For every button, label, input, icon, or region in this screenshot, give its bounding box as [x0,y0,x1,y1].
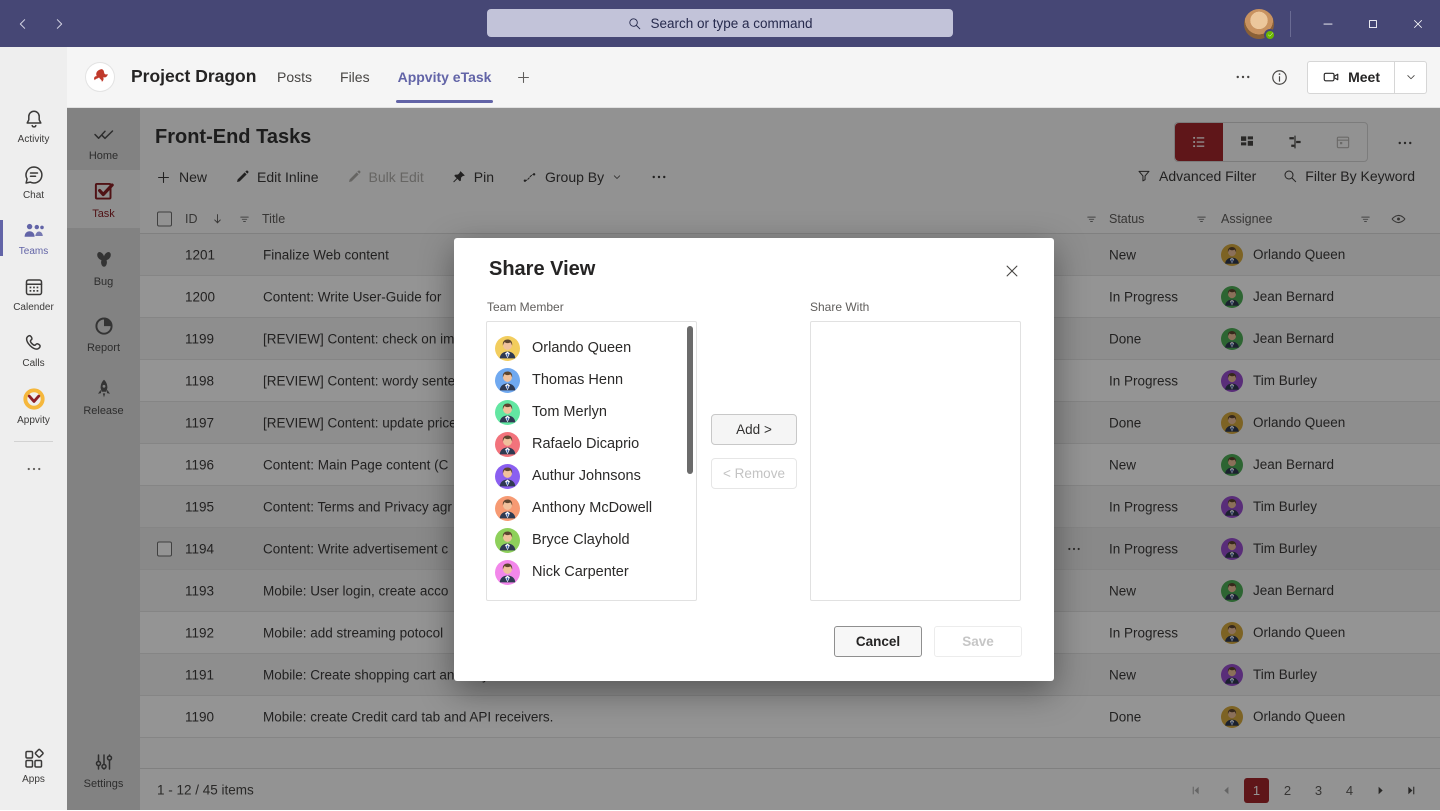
member-name: Anthony McDowell [532,500,652,516]
cancel-button[interactable]: Cancel [834,626,922,657]
chat-icon [22,163,46,187]
bell-icon [22,107,46,131]
remove-button[interactable]: < Remove [711,458,797,489]
member-avatar [495,528,520,553]
close-button[interactable] [1395,0,1440,47]
tab-appvity-etask[interactable]: Appvity eTask [398,47,492,107]
meet-options-button[interactable] [1394,61,1426,94]
forward-button[interactable] [48,13,70,35]
rail-item-calls[interactable]: Calls [0,324,67,376]
channel-header-actions: Meet [1234,47,1427,107]
member-option[interactable]: Orlando Queen [495,332,696,364]
team-logo [86,63,114,91]
team-member-listbox: Orlando Queen Thomas Henn Tom Merlyn Raf… [486,321,697,601]
maximize-icon [1366,17,1380,31]
member-avatar [495,432,520,457]
command-search-input[interactable]: Search or type a command [487,9,953,37]
rail-item-calendar[interactable]: Calender [0,268,67,320]
modal-title: Share View [489,258,595,281]
member-name: Nick Carpenter [532,564,629,580]
member-option[interactable]: Tom Merlyn [495,396,696,428]
modal-close-button[interactable] [1003,262,1021,280]
channel-more-button[interactable] [1234,68,1252,86]
calendar-icon [22,275,46,299]
close-icon [1411,17,1425,31]
rail-more-button[interactable] [0,455,67,483]
back-icon [15,16,31,32]
member-avatar [495,400,520,425]
presence-available-badge [1264,29,1276,41]
tab-posts[interactable]: Posts [277,47,312,107]
member-option[interactable]: Rafaelo Dicaprio [495,428,696,460]
minimize-icon [1321,17,1335,31]
chevron-down-icon [1404,70,1418,84]
scrollbar-thumb[interactable] [687,326,693,474]
dragon-icon [89,66,111,88]
minimize-button[interactable] [1305,0,1350,47]
member-name: Authur Johnsons [532,468,641,484]
share-with-label: Share With [810,300,869,314]
app-rail: Activity Chat Teams Calender Calls Appvi… [0,47,67,810]
member-avatar [495,496,520,521]
channel-header: Project Dragon Posts Files Appvity eTask… [67,47,1440,108]
teams-icon [21,219,47,243]
rail-item-activity[interactable]: Activity [0,100,67,152]
member-name: Tom Merlyn [532,404,607,420]
rail-divider [14,441,53,442]
member-option[interactable]: Nick Carpenter [495,556,696,588]
plus-icon [515,69,532,86]
member-option[interactable]: Anthony McDowell [495,492,696,524]
apps-icon [22,747,46,771]
phone-icon [22,331,46,355]
add-button[interactable]: Add > [711,414,797,445]
share-view-modal: Share View Team Member Share With Orland… [454,238,1054,681]
tab-files[interactable]: Files [340,47,370,107]
forward-icon [51,16,67,32]
rail-item-appvity[interactable]: Appvity [0,380,67,432]
channel-tabs: Posts Files Appvity eTask [277,47,532,107]
member-name: Bryce Clayhold [532,532,630,548]
member-avatar [495,464,520,489]
search-placeholder: Search or type a command [650,16,812,31]
channel-info-button[interactable] [1270,68,1289,87]
history-nav [12,13,70,35]
meet-split-button: Meet [1307,61,1427,94]
titlebar: Search or type a command [0,0,1440,47]
meet-button[interactable]: Meet [1308,68,1394,86]
share-with-listbox[interactable] [810,321,1021,601]
member-name: Orlando Queen [532,340,631,356]
camera-icon [1322,68,1340,86]
user-avatar[interactable] [1244,9,1274,39]
appvity-icon [21,386,47,412]
rail-item-apps[interactable]: Apps [0,740,67,792]
titlebar-divider [1290,11,1291,37]
close-icon [1003,262,1021,280]
member-name: Rafaelo Dicaprio [532,436,639,452]
info-icon [1270,68,1289,87]
rail-item-teams[interactable]: Teams [0,212,67,264]
member-option[interactable]: Bryce Clayhold [495,524,696,556]
save-button[interactable]: Save [934,626,1022,657]
member-option[interactable]: Authur Johnsons [495,460,696,492]
more-icon [25,460,43,478]
back-button[interactable] [12,13,34,35]
member-name: Thomas Henn [532,372,623,388]
more-icon [1234,68,1252,86]
member-avatar [495,336,520,361]
member-option[interactable]: Thomas Henn [495,364,696,396]
titlebar-right [1244,0,1440,47]
team-name: Project Dragon [131,66,256,87]
search-icon [627,16,642,31]
rail-item-chat[interactable]: Chat [0,156,67,208]
team-member-label: Team Member [487,300,564,314]
add-tab-button[interactable] [515,47,532,107]
member-avatar [495,560,520,585]
member-avatar [495,368,520,393]
maximize-button[interactable] [1350,0,1395,47]
